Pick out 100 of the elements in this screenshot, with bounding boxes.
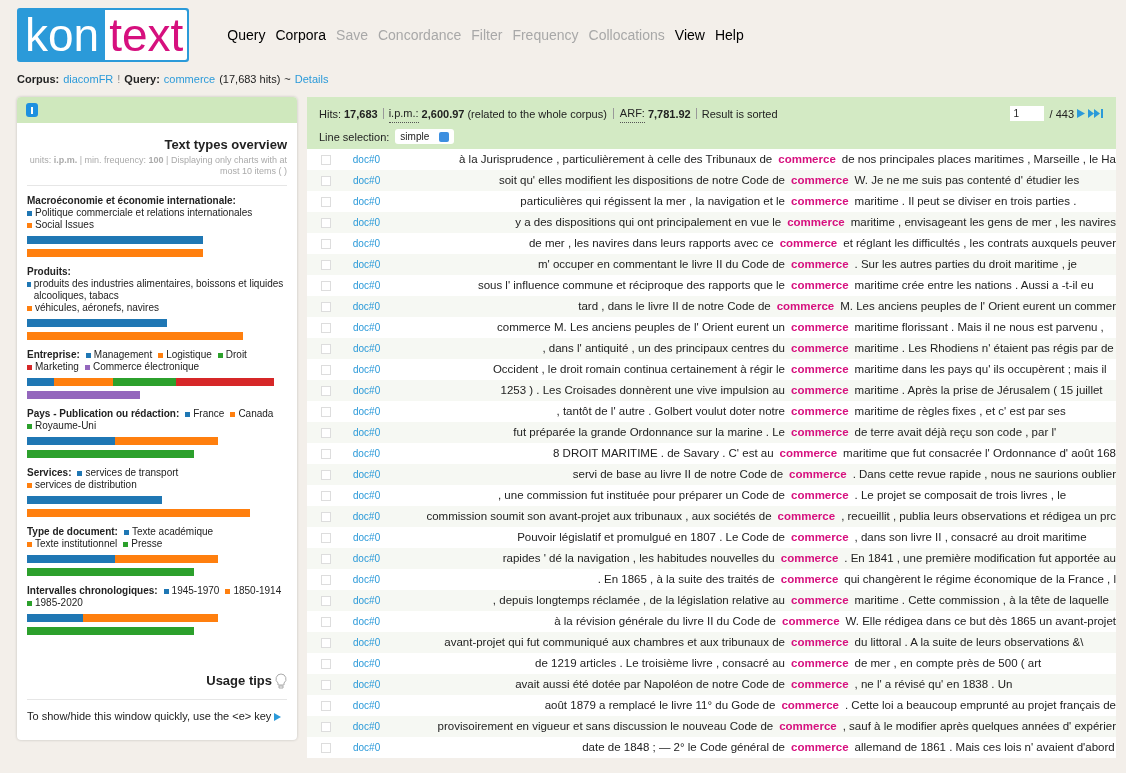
row-checkbox[interactable] — [321, 364, 331, 375]
doc-link[interactable]: doc#0 — [353, 278, 393, 293]
keyword[interactable]: commerce — [791, 402, 849, 421]
corpus-link[interactable]: diacomFR — [63, 70, 114, 88]
lightbulb-icon[interactable] — [275, 672, 287, 689]
row-checkbox[interactable] — [321, 343, 331, 354]
row-checkbox[interactable] — [321, 385, 331, 396]
keyword[interactable]: commerce — [791, 381, 849, 400]
keyword[interactable]: commerce — [791, 339, 849, 358]
keyword[interactable]: commerce — [791, 486, 849, 505]
keyword[interactable]: commerce — [791, 360, 849, 379]
doc-link[interactable]: doc#0 — [352, 215, 393, 230]
search-term-link[interactable]: commerce — [163, 70, 216, 88]
doc-link[interactable]: doc#0 — [352, 467, 393, 482]
keyword[interactable]: commerce — [776, 297, 835, 316]
doc-link[interactable]: doc#0 — [353, 383, 393, 398]
row-checkbox[interactable] — [321, 406, 331, 417]
doc-link[interactable]: doc#0 — [353, 257, 393, 272]
row-checkbox[interactable] — [321, 721, 331, 732]
keyword[interactable]: commerce — [791, 171, 849, 190]
nav-link[interactable]: Query — [227, 24, 266, 46]
keyword[interactable]: commerce — [791, 318, 849, 337]
info-icon[interactable] — [26, 103, 38, 117]
row-checkbox[interactable] — [321, 322, 331, 333]
triangle-icon[interactable] — [274, 712, 282, 721]
keyword[interactable]: commerce — [791, 675, 849, 694]
doc-link[interactable]: doc#0 — [353, 194, 393, 209]
row-checkbox[interactable] — [321, 427, 331, 438]
keyword[interactable]: commerce — [780, 570, 839, 589]
doc-link[interactable]: doc#0 — [353, 173, 393, 188]
doc-link[interactable]: doc#0 — [353, 740, 393, 755]
keyword[interactable]: commerce — [791, 633, 849, 652]
doc-link[interactable]: doc#0 — [352, 614, 393, 629]
keyword[interactable]: commerce — [791, 591, 849, 610]
row-checkbox[interactable] — [321, 154, 331, 165]
keyword[interactable]: commerce — [781, 696, 839, 715]
row-checkbox[interactable] — [321, 616, 331, 627]
keyword[interactable]: commerce — [791, 423, 849, 442]
doc-link[interactable]: doc#0 — [352, 719, 392, 734]
row-checkbox[interactable] — [321, 280, 331, 291]
row-checkbox[interactable] — [321, 742, 331, 753]
doc-link[interactable]: doc#0 — [352, 446, 392, 461]
keyword[interactable]: commerce — [791, 654, 849, 673]
page-input[interactable]: 1 — [1009, 106, 1044, 122]
keyword[interactable]: commerce — [791, 738, 849, 757]
keyword[interactable]: commerce — [779, 717, 837, 736]
keyword[interactable]: commerce — [789, 465, 847, 484]
nav-link[interactable]: View — [674, 24, 705, 46]
doc-link[interactable]: doc#0 — [353, 488, 393, 503]
keyword[interactable]: commerce — [791, 255, 849, 274]
last-page-icon[interactable] — [1088, 109, 1104, 119]
keyword[interactable]: commerce — [778, 150, 836, 169]
row-checkbox[interactable] — [321, 700, 331, 711]
doc-link[interactable]: doc#0 — [353, 320, 393, 335]
row-checkbox[interactable] — [321, 175, 331, 186]
doc-link[interactable]: doc#0 — [353, 635, 393, 650]
row-checkbox[interactable] — [321, 469, 331, 480]
line-selection-select[interactable]: simple — [395, 129, 455, 145]
doc-link[interactable]: doc#0 — [353, 677, 393, 692]
row-checkbox[interactable] — [321, 301, 331, 312]
row-checkbox[interactable] — [321, 679, 331, 690]
nav-link[interactable]: Corpora — [275, 24, 327, 46]
row-checkbox[interactable] — [321, 595, 331, 606]
doc-link[interactable]: doc#0 — [353, 656, 393, 671]
doc-link[interactable]: doc#0 — [353, 593, 393, 608]
row-checkbox[interactable] — [321, 532, 331, 543]
keyword[interactable]: commerce — [787, 213, 845, 232]
doc-link[interactable]: doc#0 — [353, 362, 393, 377]
details-link[interactable]: Details — [294, 70, 329, 88]
doc-link[interactable]: doc#0 — [353, 341, 393, 356]
doc-link[interactable]: doc#0 — [353, 530, 393, 545]
row-checkbox[interactable] — [321, 658, 331, 669]
doc-link[interactable]: doc#0 — [352, 152, 392, 167]
keyword[interactable]: commerce — [777, 507, 836, 526]
keyword[interactable]: commerce — [791, 192, 849, 211]
doc-link[interactable]: doc#0 — [352, 572, 392, 587]
row-checkbox[interactable] — [321, 259, 331, 270]
doc-link[interactable]: doc#0 — [353, 425, 393, 440]
row-checkbox[interactable] — [321, 448, 331, 459]
doc-link[interactable]: doc#0 — [352, 551, 392, 566]
row-checkbox[interactable] — [321, 574, 331, 585]
logo[interactable]: kon text — [17, 8, 190, 62]
keyword[interactable]: commerce — [791, 528, 849, 547]
keyword[interactable]: commerce — [780, 549, 839, 568]
next-page-icon[interactable] — [1077, 109, 1085, 119]
row-checkbox[interactable] — [321, 511, 331, 522]
keyword[interactable]: commerce — [779, 234, 838, 253]
row-checkbox[interactable] — [321, 196, 331, 207]
row-checkbox[interactable] — [321, 217, 331, 228]
keyword[interactable]: commerce — [782, 612, 840, 631]
row-checkbox[interactable] — [321, 637, 331, 648]
doc-link[interactable]: doc#0 — [352, 236, 392, 251]
nav-link[interactable]: Help — [714, 24, 744, 46]
doc-link[interactable]: doc#0 — [353, 404, 393, 419]
keyword[interactable]: commerce — [779, 444, 838, 463]
doc-link[interactable]: doc#0 — [352, 299, 392, 314]
row-checkbox[interactable] — [321, 553, 331, 564]
doc-link[interactable]: doc#0 — [352, 509, 392, 524]
row-checkbox[interactable] — [321, 490, 331, 501]
keyword[interactable]: commerce — [791, 276, 849, 295]
